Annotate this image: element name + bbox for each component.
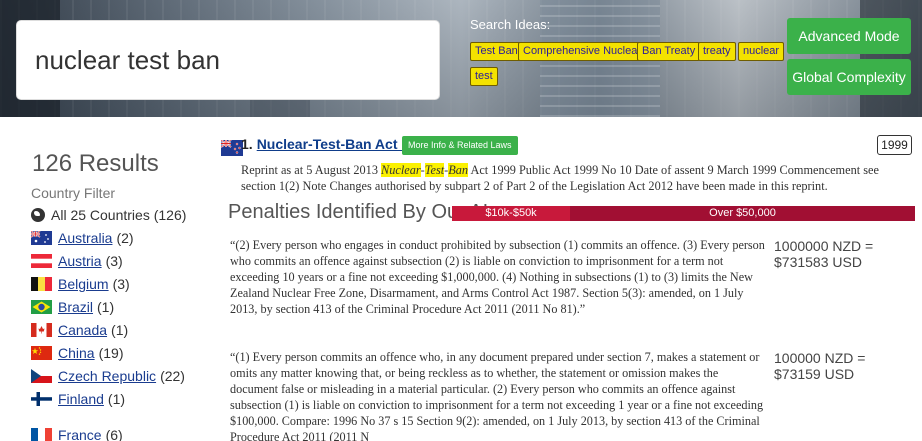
highlight-term: Nuclear (381, 163, 421, 177)
country-name: Canada (58, 322, 108, 338)
canada-flag-icon (31, 323, 52, 337)
search-ideas-title: Search Ideas: (470, 17, 551, 32)
advanced-mode-button[interactable]: Advanced Mode (787, 18, 911, 54)
penalty-quote: “(1) Every person commits an offence who… (230, 350, 764, 441)
penalty-amount: 1000000 NZD = $731583 USD (774, 238, 914, 270)
highlight-term: Test (424, 163, 445, 177)
country-name: Brazil (58, 299, 94, 315)
search-idea-chip[interactable]: Test Ban (470, 42, 523, 61)
more-info-button[interactable]: More Info & Related Laws (402, 136, 518, 155)
brazil-flag-icon (31, 300, 52, 314)
penalties-title: Penalties Identified By Our AI (228, 201, 489, 223)
country-name: Belgium (58, 276, 109, 292)
france-flag-icon (31, 428, 52, 441)
country-count: (1) (97, 299, 115, 315)
highlight-term: Ban (448, 163, 469, 177)
country-count: (3) (112, 276, 130, 292)
penalty-amount-usd: $731583 USD (774, 254, 862, 270)
belgium-flag-icon (31, 277, 52, 291)
country-count: (1) (107, 391, 126, 407)
result-summary: Reprint as at 5 August 2013 Nuclear-Test… (241, 163, 879, 193)
country-filter-austria[interactable]: Austria (3) (31, 251, 123, 271)
australia-flag-icon (31, 231, 52, 245)
penalty-amount-usd: $73159 USD (774, 366, 855, 382)
search-idea-chip[interactable]: Comprehensive Nuclear (518, 42, 646, 61)
finland-flag-icon (31, 392, 52, 406)
country-filter-belgium[interactable]: Belgium (3) (31, 274, 130, 294)
new-zealand-flag-icon (220, 139, 243, 156)
country-count: (6) (105, 427, 123, 441)
summary-text: Reprint as at 5 August 2013 (241, 163, 382, 177)
country-filter-czech-republic[interactable]: Czech Republic (22) (31, 366, 185, 386)
penalty-amount-nzd: 100000 NZD = (774, 350, 866, 366)
penalty-quote: “(2) Every person who engages in conduct… (230, 238, 765, 316)
country-count: (1) (111, 322, 129, 338)
country-name: Australia (58, 230, 113, 246)
search-idea-chip[interactable]: Ban Treaty (637, 42, 701, 61)
search-idea-chip[interactable]: test (470, 67, 498, 86)
czech-republic-flag-icon (31, 369, 52, 383)
results-count: 126 Results (32, 150, 159, 177)
penalty-bar-high: Over $50,000 (570, 206, 915, 221)
country-filter-china[interactable]: China (19) (31, 343, 124, 363)
country-name: Austria (58, 253, 102, 269)
penalty-amount: 100000 NZD = $73159 USD (774, 350, 914, 382)
result-number: 1. (241, 136, 253, 152)
austria-flag-icon (31, 254, 52, 268)
country-filter-france[interactable]: France (6) (31, 425, 123, 441)
country-name: France (58, 427, 102, 441)
country-filter-australia[interactable]: Australia (2) (31, 228, 134, 248)
country-filter-all[interactable]: All 25 Countries (126) (31, 205, 186, 225)
country-count: (19) (98, 345, 124, 361)
country-filter-title: Country Filter (31, 185, 116, 201)
country-filter-brazil[interactable]: Brazil (1) (31, 297, 114, 317)
hero-banner: nuclear test ban Search Ideas: Test Ban … (0, 0, 922, 117)
country-count: (2) (116, 230, 134, 246)
search-query-text: nuclear test ban (35, 45, 221, 75)
country-count: (22) (160, 368, 185, 384)
country-name: Czech Republic (58, 368, 157, 384)
china-flag-icon (31, 346, 52, 360)
country-name: Finland (58, 391, 104, 407)
search-idea-chip[interactable]: nuclear (738, 42, 785, 61)
country-filter-all-label: All 25 Countries (126) (51, 207, 187, 223)
penalty-amount-nzd: 1000000 NZD = (774, 238, 874, 254)
year-badge: 1999 (877, 135, 912, 155)
country-filter-canada[interactable]: Canada (1) (31, 320, 128, 340)
country-name: China (58, 345, 95, 361)
country-filter-finland[interactable]: Finland (1) (31, 389, 125, 409)
globe-icon (31, 208, 45, 222)
penalty-bar-low: $10k-$50k (452, 206, 570, 221)
search-input[interactable]: nuclear test ban (16, 20, 440, 100)
global-complexity-button[interactable]: Global Complexity (787, 59, 911, 95)
country-count: (3) (105, 253, 123, 269)
search-idea-chip[interactable]: treaty (698, 42, 736, 61)
